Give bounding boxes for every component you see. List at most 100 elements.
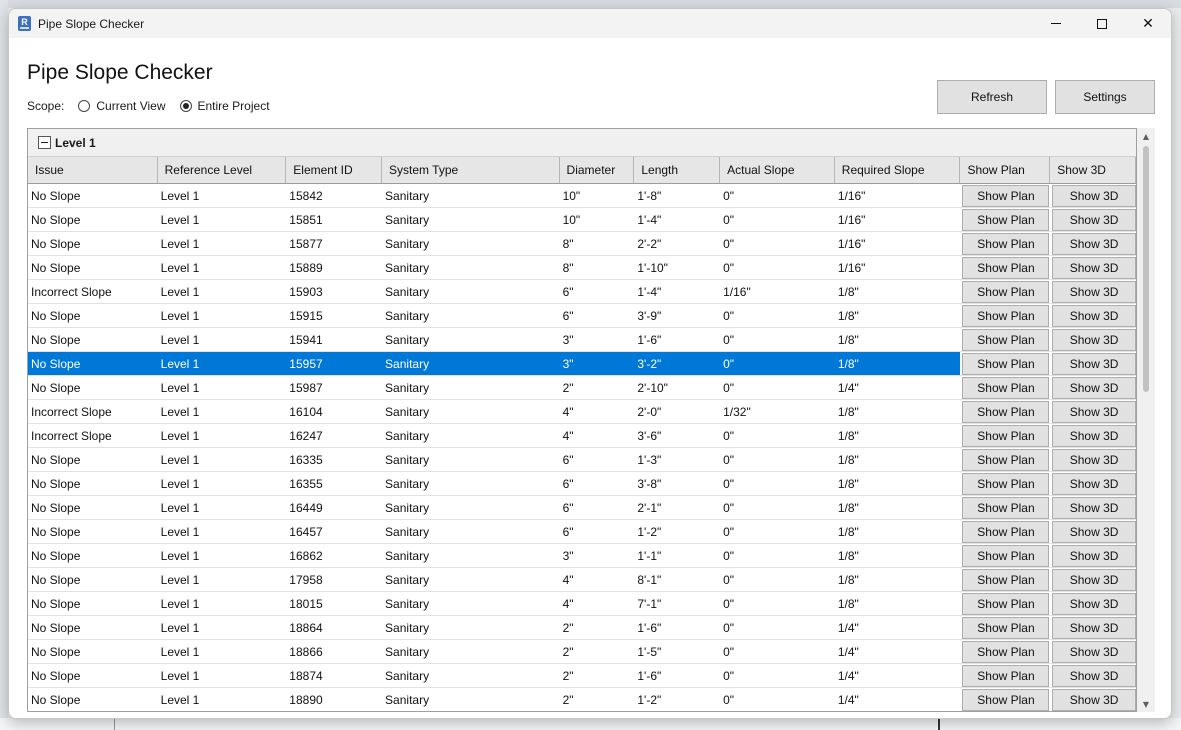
cell-issue[interactable]: No Slope [28, 448, 158, 471]
cell-actual-slope[interactable]: 0" [720, 256, 835, 279]
show-3d-button[interactable]: Show 3D [1052, 424, 1136, 447]
cell-reference-level[interactable]: Level 1 [158, 256, 287, 279]
table-row[interactable]: No Slope Level 1 15941 Sanitary 3" 1'-6" 0" 1/8… [28, 328, 1136, 352]
show-plan-button[interactable]: Show Plan [962, 592, 1050, 615]
cell-issue[interactable]: No Slope [28, 256, 158, 279]
cell-issue[interactable]: No Slope [28, 184, 158, 207]
show-plan-button[interactable]: Show Plan [962, 256, 1050, 279]
cell-issue[interactable]: No Slope [28, 544, 158, 567]
cell-reference-level[interactable]: Level 1 [158, 544, 287, 567]
cell-required-slope[interactable]: 1/8" [834, 352, 961, 375]
table-row[interactable]: No Slope Level 1 15987 Sanitary 2" 2'-10" 0" 1/… [28, 376, 1136, 400]
show-3d-button[interactable]: Show 3D [1052, 328, 1136, 351]
show-plan-button[interactable]: Show Plan [962, 448, 1050, 471]
cell-required-slope[interactable]: 1/8" [835, 592, 961, 615]
table-row[interactable]: No Slope Level 1 16457 Sanitary 6" 1'-2" 0" 1/8… [28, 520, 1136, 544]
cell-element-id[interactable]: 15915 [286, 304, 382, 327]
cell-reference-level[interactable]: Level 1 [158, 400, 287, 423]
cell-diameter[interactable]: 6" [560, 280, 635, 303]
cell-diameter[interactable]: 10" [560, 208, 635, 231]
cell-diameter[interactable]: 4" [560, 424, 635, 447]
show-plan-button[interactable]: Show Plan [962, 376, 1050, 399]
cell-system-type[interactable]: Sanitary [382, 688, 560, 711]
scope-entire-project-radio[interactable]: Entire Project [179, 99, 270, 113]
cell-required-slope[interactable]: 1/16" [835, 184, 961, 207]
cell-actual-slope[interactable]: 0" [720, 472, 835, 495]
cell-issue[interactable]: No Slope [28, 208, 158, 231]
cell-issue[interactable]: No Slope [28, 688, 158, 711]
cell-issue[interactable]: No Slope [28, 616, 158, 639]
cell-required-slope[interactable]: 1/8" [835, 448, 961, 471]
table-row[interactable]: No Slope Level 1 18866 Sanitary 2" 1'-5" 0" 1/4… [28, 640, 1136, 664]
cell-length[interactable]: 1'-6" [634, 328, 720, 351]
cell-reference-level[interactable]: Level 1 [158, 592, 287, 615]
table-row[interactable]: Incorrect Slope Level 1 16104 Sanitary 4" 2'-… [28, 400, 1136, 424]
show-3d-button[interactable]: Show 3D [1052, 472, 1136, 495]
cell-element-id[interactable]: 15842 [286, 184, 382, 207]
cell-diameter[interactable]: 2" [560, 376, 635, 399]
cell-length[interactable]: 2'-1" [634, 496, 720, 519]
cell-actual-slope[interactable]: 0" [720, 496, 835, 519]
table-row[interactable]: No Slope Level 1 16862 Sanitary 3" 1'-1" 0" 1/8… [28, 544, 1136, 568]
cell-element-id[interactable]: 15941 [286, 328, 382, 351]
cell-element-id[interactable]: 16247 [286, 424, 382, 447]
cell-issue[interactable]: No Slope [28, 328, 158, 351]
cell-diameter[interactable]: 4" [560, 400, 635, 423]
cell-reference-level[interactable]: Level 1 [158, 496, 287, 519]
cell-reference-level[interactable]: Level 1 [157, 352, 287, 375]
show-3d-button[interactable]: Show 3D [1052, 232, 1136, 255]
cell-issue[interactable]: No Slope [28, 568, 158, 591]
table-row[interactable]: No Slope Level 1 15957 Sanitary 3" 3'-2" 0" 1/8… [28, 352, 1136, 376]
show-3d-button[interactable]: Show 3D [1052, 448, 1136, 471]
cell-required-slope[interactable]: 1/4" [835, 688, 961, 711]
cell-reference-level[interactable]: Level 1 [158, 568, 287, 591]
minimize-button[interactable] [1033, 9, 1079, 38]
cell-length[interactable]: 3'-6" [634, 424, 720, 447]
scrollbar-thumb[interactable] [1143, 146, 1149, 392]
cell-element-id[interactable]: 17958 [286, 568, 382, 591]
cell-system-type[interactable]: Sanitary [382, 400, 560, 423]
cell-issue[interactable]: No Slope [28, 592, 158, 615]
close-button[interactable]: ✕ [1125, 9, 1171, 38]
cell-element-id[interactable]: 16449 [286, 496, 382, 519]
collapse-icon[interactable] [38, 136, 51, 149]
cell-element-id[interactable]: 18890 [286, 688, 382, 711]
show-3d-button[interactable]: Show 3D [1052, 688, 1136, 711]
table-row[interactable]: No Slope Level 1 15877 Sanitary 8" 2'-2" 0" 1/1… [28, 232, 1136, 256]
cell-system-type[interactable]: Sanitary [382, 304, 560, 327]
cell-length[interactable]: 3'-8" [634, 472, 720, 495]
show-3d-button[interactable]: Show 3D [1052, 664, 1136, 687]
cell-issue[interactable]: No Slope [28, 304, 158, 327]
cell-reference-level[interactable]: Level 1 [158, 664, 287, 687]
cell-system-type[interactable]: Sanitary [382, 352, 560, 375]
cell-system-type[interactable]: Sanitary [382, 448, 560, 471]
cell-reference-level[interactable]: Level 1 [158, 520, 287, 543]
cell-length[interactable]: 3'-2" [634, 352, 721, 375]
cell-length[interactable]: 1'-4" [634, 208, 720, 231]
show-plan-button[interactable]: Show Plan [962, 304, 1050, 327]
show-3d-button[interactable]: Show 3D [1052, 520, 1136, 543]
cell-length[interactable]: 1'-4" [634, 280, 720, 303]
vertical-scrollbar[interactable]: ▲ ▼ [1137, 128, 1155, 712]
show-plan-button[interactable]: Show Plan [962, 472, 1050, 495]
cell-required-slope[interactable]: 1/16" [835, 256, 961, 279]
cell-element-id[interactable]: 15957 [286, 352, 383, 375]
cell-length[interactable]: 1'-3" [634, 448, 720, 471]
cell-actual-slope[interactable]: 0" [720, 664, 835, 687]
cell-actual-slope[interactable]: 0" [720, 616, 835, 639]
show-plan-button[interactable]: Show Plan [962, 544, 1050, 567]
table-row[interactable]: No Slope Level 1 16335 Sanitary 6" 1'-3" 0" 1/8… [28, 448, 1136, 472]
cell-diameter[interactable]: 6" [560, 448, 635, 471]
cell-reference-level[interactable]: Level 1 [158, 448, 287, 471]
cell-required-slope[interactable]: 1/8" [835, 280, 961, 303]
cell-diameter[interactable]: 6" [560, 520, 635, 543]
cell-required-slope[interactable]: 1/16" [835, 232, 961, 255]
cell-system-type[interactable]: Sanitary [382, 280, 560, 303]
scroll-down-icon[interactable]: ▼ [1137, 696, 1155, 712]
cell-required-slope[interactable]: 1/4" [835, 616, 961, 639]
cell-issue[interactable]: No Slope [28, 352, 158, 375]
cell-element-id[interactable]: 15903 [286, 280, 382, 303]
cell-required-slope[interactable]: 1/8" [835, 328, 961, 351]
cell-reference-level[interactable]: Level 1 [158, 232, 287, 255]
show-plan-button[interactable]: Show Plan [962, 352, 1050, 375]
